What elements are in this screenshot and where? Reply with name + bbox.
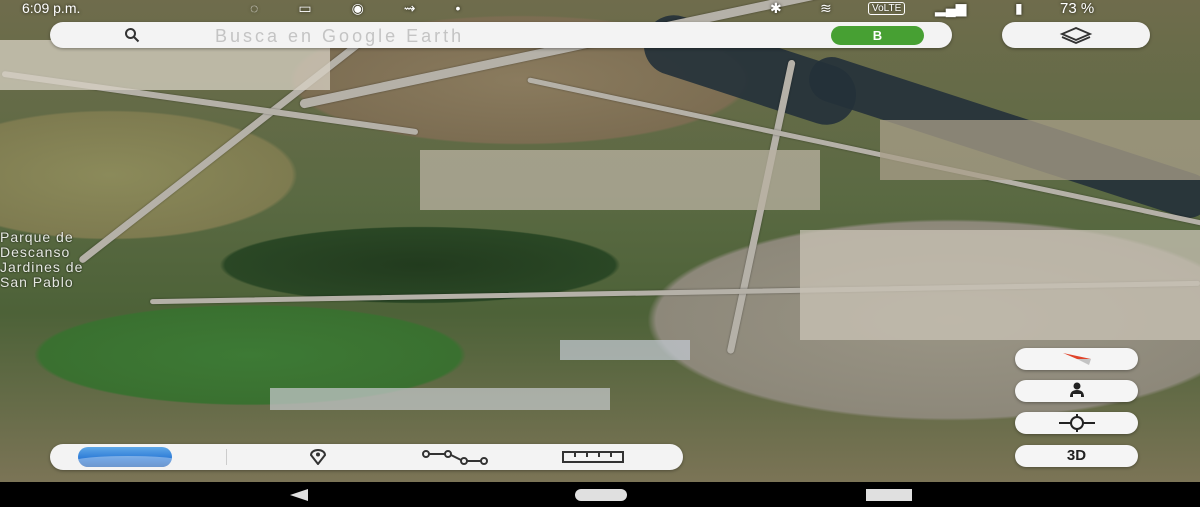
search-bar[interactable]: B [50, 22, 952, 48]
compass-button[interactable] [1015, 348, 1138, 370]
compass-icon [1062, 353, 1091, 365]
my-location-button[interactable] [1015, 412, 1138, 434]
search-input[interactable] [213, 24, 817, 48]
3d-label: 3D [1066, 447, 1087, 464]
layers-icon [1059, 27, 1093, 44]
earth-menu-button[interactable] [78, 447, 172, 467]
signal-icon: ▂▄▆ [935, 0, 967, 16]
battery-level: 73 % [1060, 0, 1095, 17]
notification-icons: ◌▭◉⇝• [250, 0, 500, 17]
message-icon: ▭ [298, 0, 352, 16]
place-label-line: Descanso [0, 244, 71, 260]
more-notifications-icon: • [455, 0, 501, 16]
street-view-button[interactable] [1015, 380, 1138, 402]
add-placemark-button[interactable] [298, 447, 338, 467]
place-label-line: Jardines de [0, 259, 84, 275]
satellite-map[interactable]: Parque de Descanso Jardines de San Pablo [0, 0, 1200, 482]
path-icon [422, 450, 488, 465]
recent-apps-button[interactable] [866, 489, 912, 501]
account-avatar[interactable]: B [831, 26, 924, 45]
my-location-icon [1058, 414, 1095, 432]
whatsapp-icon: ◌ [250, 0, 299, 16]
volte-badge: VoLTE [868, 2, 906, 15]
status-time: 6:09 p.m. [22, 0, 81, 16]
measure-button[interactable] [558, 447, 628, 467]
layers-button[interactable] [1002, 22, 1150, 48]
3d-toggle-button[interactable]: 3D [1015, 445, 1138, 467]
bluetooth-icon: ✱ [770, 0, 782, 16]
ruler-icon [562, 451, 624, 463]
status-bar: 6:09 p.m. ◌▭◉⇝• ✱ ≋ VoLTE ▂▄▆ ▮ 73 % [0, 0, 1200, 22]
route-icon: ⇝ [403, 0, 456, 16]
wifi-icon: ≋ [820, 0, 832, 16]
home-button[interactable] [575, 489, 627, 501]
place-label: Parque de Descanso Jardines de San Pablo [0, 230, 83, 290]
draw-path-button[interactable] [420, 447, 490, 467]
place-marker-icon [309, 449, 327, 465]
bottom-toolbar [50, 444, 683, 470]
place-label-line: Parque de [0, 229, 74, 245]
toolbar-divider [226, 449, 227, 465]
messenger-icon: ◉ [351, 0, 404, 16]
pegman-icon [1069, 382, 1084, 397]
back-button[interactable] [290, 489, 308, 501]
search-icon[interactable] [124, 27, 140, 43]
battery-icon: ▮ [1015, 0, 1023, 16]
system-navigation-bar [0, 482, 1200, 507]
place-label-line: San Pablo [0, 274, 74, 290]
